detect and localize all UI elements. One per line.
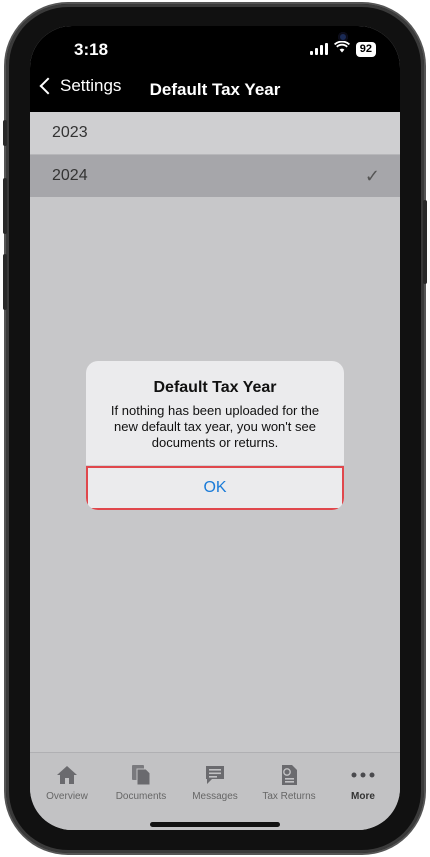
home-indicator xyxy=(150,822,280,827)
tab-label: Overview xyxy=(46,791,88,802)
notch xyxy=(112,26,348,56)
tab-overview[interactable]: Overview xyxy=(30,753,104,830)
tab-label: Messages xyxy=(192,791,238,802)
alert-message: If nothing has been uploaded for the new… xyxy=(110,403,320,450)
alert-title: Default Tax Year xyxy=(153,379,277,396)
tab-label: Documents xyxy=(115,791,167,802)
tab-messages[interactable]: Messages xyxy=(178,753,252,830)
tab-more[interactable]: More xyxy=(326,753,400,830)
phone-screen: 3:18 92 Settings Default Tax Year 2023 2… xyxy=(30,26,400,830)
year-option-label: 2023 xyxy=(52,124,88,141)
home-icon xyxy=(56,763,78,787)
alert-dialog: Default Tax Year If nothing has been upl… xyxy=(86,361,344,510)
status-time: 3:18 xyxy=(74,40,109,59)
tax-year-list: 2023 2024 ✓ xyxy=(30,112,400,197)
volume-up-button xyxy=(3,178,7,234)
status-icons: 92 xyxy=(309,40,376,58)
more-icon xyxy=(351,763,375,787)
signal-icon xyxy=(309,43,328,55)
volume-down-button xyxy=(3,254,7,310)
tab-label: More xyxy=(351,791,375,802)
navigation-bar: Settings Default Tax Year xyxy=(30,68,400,112)
power-button xyxy=(423,200,427,284)
battery-icon: 92 xyxy=(355,41,376,57)
tax-returns-icon xyxy=(279,763,299,787)
ok-button[interactable]: OK xyxy=(86,465,344,510)
year-option-2023[interactable]: 2023 xyxy=(30,112,400,155)
tab-documents[interactable]: Documents xyxy=(104,753,178,830)
documents-icon xyxy=(131,763,151,787)
checkmark-icon: ✓ xyxy=(364,165,380,186)
tab-label: Tax Returns xyxy=(262,791,316,802)
status-bar: 3:18 92 xyxy=(30,26,400,68)
wifi-icon xyxy=(333,40,350,58)
tab-tax-returns[interactable]: Tax Returns xyxy=(252,753,326,830)
page-title: Default Tax Year xyxy=(149,80,281,99)
mute-switch xyxy=(3,120,7,146)
messages-icon xyxy=(204,763,226,787)
tab-bar: Overview Documents Messages Tax Returns … xyxy=(30,752,400,830)
ok-button-label: OK xyxy=(203,479,227,496)
year-option-2024[interactable]: 2024 ✓ xyxy=(30,155,400,197)
year-option-label: 2024 xyxy=(52,167,88,184)
